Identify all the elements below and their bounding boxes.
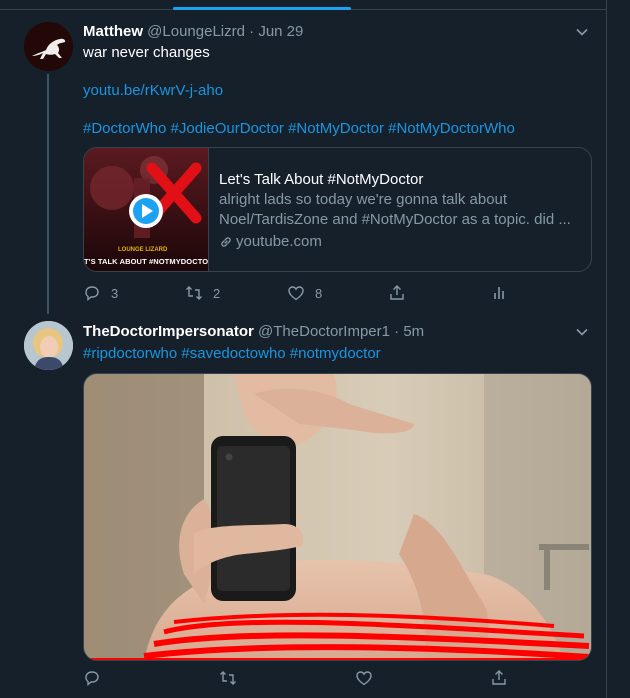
avatar[interactable] <box>24 22 73 71</box>
tweet-hashtags[interactable]: #DoctorWho #JodieOurDoctor #NotMyDoctor … <box>83 119 515 138</box>
retweet-icon <box>220 671 236 685</box>
author-name[interactable]: Matthew <box>83 23 143 40</box>
link-card[interactable]: LOUNGE LIZARD T'S TALK ABOUT #NOTMYDOCTO… <box>83 147 592 272</box>
share-icon <box>492 670 506 685</box>
tweet-image[interactable] <box>83 373 592 661</box>
tweet-hashtags[interactable]: #ripdoctorwho #savedoctowho #notmydoctor <box>83 344 381 363</box>
reply-icon <box>85 671 99 686</box>
card-domain: youtube.com <box>219 232 579 252</box>
play-icon <box>133 198 159 224</box>
like-button[interactable]: 8 <box>287 284 322 302</box>
like-button[interactable] <box>355 669 383 687</box>
tweet-header: Matthew @LoungeLizrd · Jun 29 <box>83 22 303 41</box>
retweet-button[interactable] <box>219 669 247 687</box>
retweet-count: 2 <box>213 285 221 301</box>
retweet-button[interactable]: 2 <box>185 284 220 302</box>
tweet-header: TheDoctorImpersonator @TheDoctorImper1 ·… <box>83 322 424 341</box>
play-button[interactable] <box>129 194 163 228</box>
card-thumb-title: LOUNGE LIZARD <box>118 247 168 253</box>
tweet-matthew[interactable]: Matthew @LoungeLizrd · Jun 29 war never … <box>0 0 607 314</box>
card-thumb-subtitle: T'S TALK ABOUT #NOTMYDOCTO <box>84 257 209 266</box>
reply-button[interactable] <box>83 669 111 687</box>
tweet-actions: 3 2 8 <box>83 284 513 304</box>
author-handle[interactable]: @TheDoctorImper1 <box>258 323 390 340</box>
share-button[interactable] <box>490 669 508 687</box>
reply-icon <box>85 286 99 301</box>
caret-down-icon[interactable] <box>575 325 589 339</box>
reply-count: 3 <box>111 285 119 301</box>
author-handle[interactable]: @LoungeLizrd <box>147 23 245 40</box>
card-body: Let's Talk About #NotMyDoctor alright la… <box>219 170 579 252</box>
card-domain-text: youtube.com <box>236 233 322 250</box>
reply-button[interactable]: 3 <box>83 284 118 302</box>
thread-line <box>47 74 49 314</box>
like-icon <box>356 671 372 686</box>
tweet-link[interactable]: youtu.be/rKwrV-j-aho <box>83 81 223 100</box>
link-icon <box>221 237 231 247</box>
like-count: 8 <box>315 285 323 301</box>
card-title: Let's Talk About #NotMyDoctor <box>219 171 424 188</box>
author-name[interactable]: TheDoctorImpersonator <box>83 323 254 340</box>
analytics-button[interactable] <box>490 284 508 302</box>
separator: · <box>394 323 400 340</box>
analytics-icon <box>494 287 504 299</box>
retweet-icon <box>186 286 202 300</box>
tweet-photo <box>84 374 591 660</box>
caret-down-icon[interactable] <box>575 25 589 39</box>
lizard-logo-icon <box>24 22 73 71</box>
timestamp[interactable]: Jun 29 <box>258 23 303 40</box>
timeline: Matthew @LoungeLizrd · Jun 29 war never … <box>0 0 607 698</box>
card-description: alright lads so today we're gonna talk a… <box>219 191 571 228</box>
share-icon <box>390 285 404 300</box>
avatar[interactable] <box>24 321 73 370</box>
card-thumbnail: LOUNGE LIZARD T'S TALK ABOUT #NOTMYDOCTO <box>84 148 209 271</box>
tweet-actions <box>83 669 513 689</box>
separator: · <box>249 23 255 40</box>
tweet-text: war never changes <box>83 44 210 61</box>
like-icon <box>288 286 304 301</box>
share-button[interactable] <box>388 284 406 302</box>
tweet-doctorimpersonator[interactable]: TheDoctorImpersonator @TheDoctorImper1 ·… <box>0 312 607 698</box>
timestamp[interactable]: 5m <box>403 323 424 340</box>
avatar-photo-icon <box>24 321 73 370</box>
